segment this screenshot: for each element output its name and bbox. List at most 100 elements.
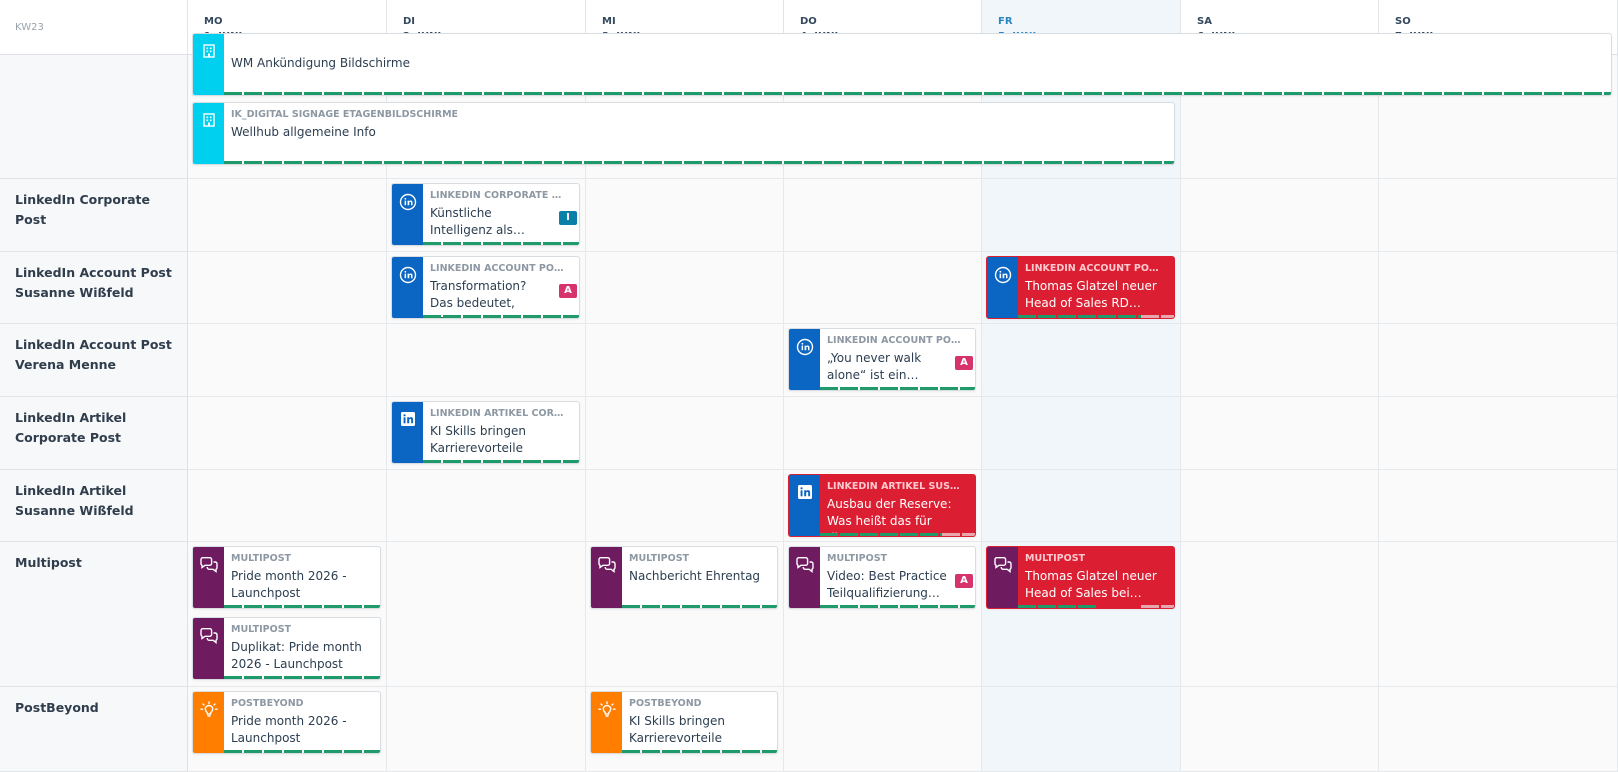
calendar-cell[interactable]	[1379, 687, 1618, 772]
progress-bar	[820, 533, 975, 536]
day-name: SO	[1395, 16, 1411, 27]
calendar-cell[interactable]	[982, 397, 1181, 470]
progress-bar	[820, 605, 975, 608]
calendar-cell[interactable]	[586, 252, 784, 324]
week-header: KW23	[0, 0, 188, 55]
calendar-cell[interactable]	[1181, 324, 1379, 397]
post-title: Duplikat: Pride month 2026 - Launchpost	[231, 640, 362, 671]
post-card[interactable]: MULTIPOST Pride month 2026 - Launchpost	[192, 546, 381, 609]
calendar-cell[interactable]	[387, 542, 586, 687]
row-label: LinkedIn Corporate Post	[0, 179, 188, 252]
lightbulb-icon	[597, 701, 616, 753]
calendar-cell[interactable]	[982, 179, 1181, 252]
row-label: LinkedIn Account Post Susanne Wißfeld	[0, 252, 188, 324]
day-name: MO	[204, 16, 223, 27]
status-badge: A	[559, 284, 577, 298]
post-type-label: MULTIPOST	[827, 553, 888, 564]
row-label: LinkedIn Artikel Susanne Wißfeld	[0, 470, 188, 542]
calendar-cell[interactable]	[188, 470, 387, 542]
calendar-cell[interactable]	[1181, 687, 1379, 772]
post-card[interactable]: LINKEDIN ACCOUNT POST VERENA MENNE „You n…	[788, 328, 976, 391]
row-label: LinkedIn Account Post Verena Menne	[0, 324, 188, 397]
row-label: Multipost	[0, 542, 188, 687]
chat-bubbles-icon	[199, 627, 219, 679]
calendar-cell[interactable]	[784, 397, 982, 470]
calendar-cell[interactable]	[1379, 470, 1618, 542]
progress-bar	[423, 242, 579, 245]
post-card[interactable]: WM Ankündigung Bildschirme	[192, 33, 1612, 96]
calendar-cell[interactable]	[188, 324, 387, 397]
calendar-cell[interactable]	[1181, 252, 1379, 324]
calendar-cell[interactable]	[982, 324, 1181, 397]
post-title: Thomas Glatzel neuer Head of Sales RD…	[1025, 279, 1157, 310]
chat-bubbles-icon	[993, 556, 1013, 608]
post-title: Pride month 2026 - Launchpost	[231, 714, 347, 745]
post-type-label: MULTIPOST	[629, 553, 690, 564]
post-card[interactable]: MULTIPOST Thomas Glatzel neuer Head of Sa…	[986, 546, 1175, 609]
post-type-icon-area	[392, 257, 423, 318]
progress-bar	[820, 387, 975, 390]
post-title: KI Skills bringen Karrierevorteile	[430, 424, 526, 455]
calendar-cell[interactable]	[784, 687, 982, 772]
post-card[interactable]: LINKEDIN CORPORATE POST Künstliche Intell…	[391, 183, 580, 246]
calendar-cell[interactable]	[586, 179, 784, 252]
calendar-cell[interactable]	[982, 687, 1181, 772]
post-type-label: LINKEDIN ARTIKEL SUSANNE WIßFELD	[827, 481, 963, 492]
post-type-label: IK_DIGITAL SIGNAGE ETAGENBILDSCHIRME	[231, 109, 459, 120]
day-name: SA	[1197, 16, 1212, 27]
calendar-cell[interactable]	[982, 470, 1181, 542]
calendar-cell[interactable]	[1379, 179, 1618, 252]
calendar-cell[interactable]	[1379, 324, 1618, 397]
post-type-icon-area	[193, 618, 224, 679]
calendar-cell[interactable]	[188, 179, 387, 252]
progress-bar	[224, 92, 1611, 95]
post-title: WM Ankündigung Bildschirme	[231, 56, 410, 70]
post-card[interactable]: POSTBEYOND KI Skills bringen Karrierevort…	[590, 691, 778, 754]
post-card[interactable]: IK_DIGITAL SIGNAGE ETAGENBILDSCHIRME Well…	[192, 102, 1175, 165]
progress-bar	[1018, 315, 1174, 318]
calendar-cell[interactable]	[1181, 179, 1379, 252]
post-type-icon-area	[591, 692, 622, 753]
progress-bar	[224, 676, 380, 679]
calendar-cell[interactable]	[1181, 470, 1379, 542]
post-card[interactable]: LINKEDIN ACCOUNT POST SUSANNE WIßFELD Tra…	[391, 256, 580, 319]
status-badge: A	[955, 574, 973, 588]
row-label-text: LinkedIn Account Post Susanne Wißfeld	[15, 265, 172, 300]
calendar-cell[interactable]	[586, 397, 784, 470]
day-name: FR	[998, 16, 1013, 27]
progress-bar	[1018, 605, 1174, 608]
calendar-cell[interactable]	[188, 252, 387, 324]
post-type-label: POSTBEYOND	[231, 698, 304, 709]
post-card[interactable]: POSTBEYOND Pride month 2026 - Launchpost	[192, 691, 381, 754]
progress-bar	[423, 460, 579, 463]
row-label-text: LinkedIn Artikel Corporate Post	[15, 410, 127, 445]
post-card[interactable]: MULTIPOST Video: Best Practice Teilqualif…	[788, 546, 976, 609]
calendar-cell[interactable]	[784, 179, 982, 252]
calendar-cell[interactable]	[387, 324, 586, 397]
linkedin-circle-icon	[399, 193, 417, 245]
post-card[interactable]: LINKEDIN ACCOUNT POST SUSANNE WIßFELD Tho…	[986, 256, 1175, 319]
chat-bubbles-icon	[795, 556, 815, 608]
calendar-cell[interactable]	[1379, 252, 1618, 324]
calendar-cell[interactable]	[784, 252, 982, 324]
post-card[interactable]: MULTIPOST Duplikat: Pride month 2026 - La…	[192, 617, 381, 680]
calendar-cell[interactable]	[1181, 397, 1379, 470]
post-type-label: LINKEDIN ARTIKEL CORPORATE POST	[430, 408, 567, 419]
calendar-cell[interactable]	[1181, 542, 1379, 687]
calendar-cell[interactable]	[1379, 397, 1618, 470]
calendar-cell[interactable]	[586, 324, 784, 397]
calendar-cell[interactable]	[188, 397, 387, 470]
calendar-cell[interactable]	[1379, 542, 1618, 687]
post-type-label: LINKEDIN ACCOUNT POST VERENA MENNE	[827, 335, 961, 346]
row-label-text: LinkedIn Artikel Susanne Wißfeld	[15, 483, 134, 518]
post-card[interactable]: LINKEDIN ARTIKEL CORPORATE POST KI Skills…	[391, 401, 580, 464]
calendar-cell[interactable]	[586, 470, 784, 542]
linkedin-circle-icon	[796, 338, 814, 390]
calendar-cell[interactable]	[387, 687, 586, 772]
post-title: Pride month 2026 - Launchpost	[231, 569, 347, 600]
building-icon	[201, 112, 217, 164]
calendar-cell[interactable]	[387, 470, 586, 542]
post-card[interactable]: LINKEDIN ARTIKEL SUSANNE WIßFELD Ausbau d…	[788, 474, 976, 537]
post-type-label: MULTIPOST	[1025, 553, 1086, 564]
post-card[interactable]: MULTIPOST Nachbericht Ehrentag	[590, 546, 778, 609]
